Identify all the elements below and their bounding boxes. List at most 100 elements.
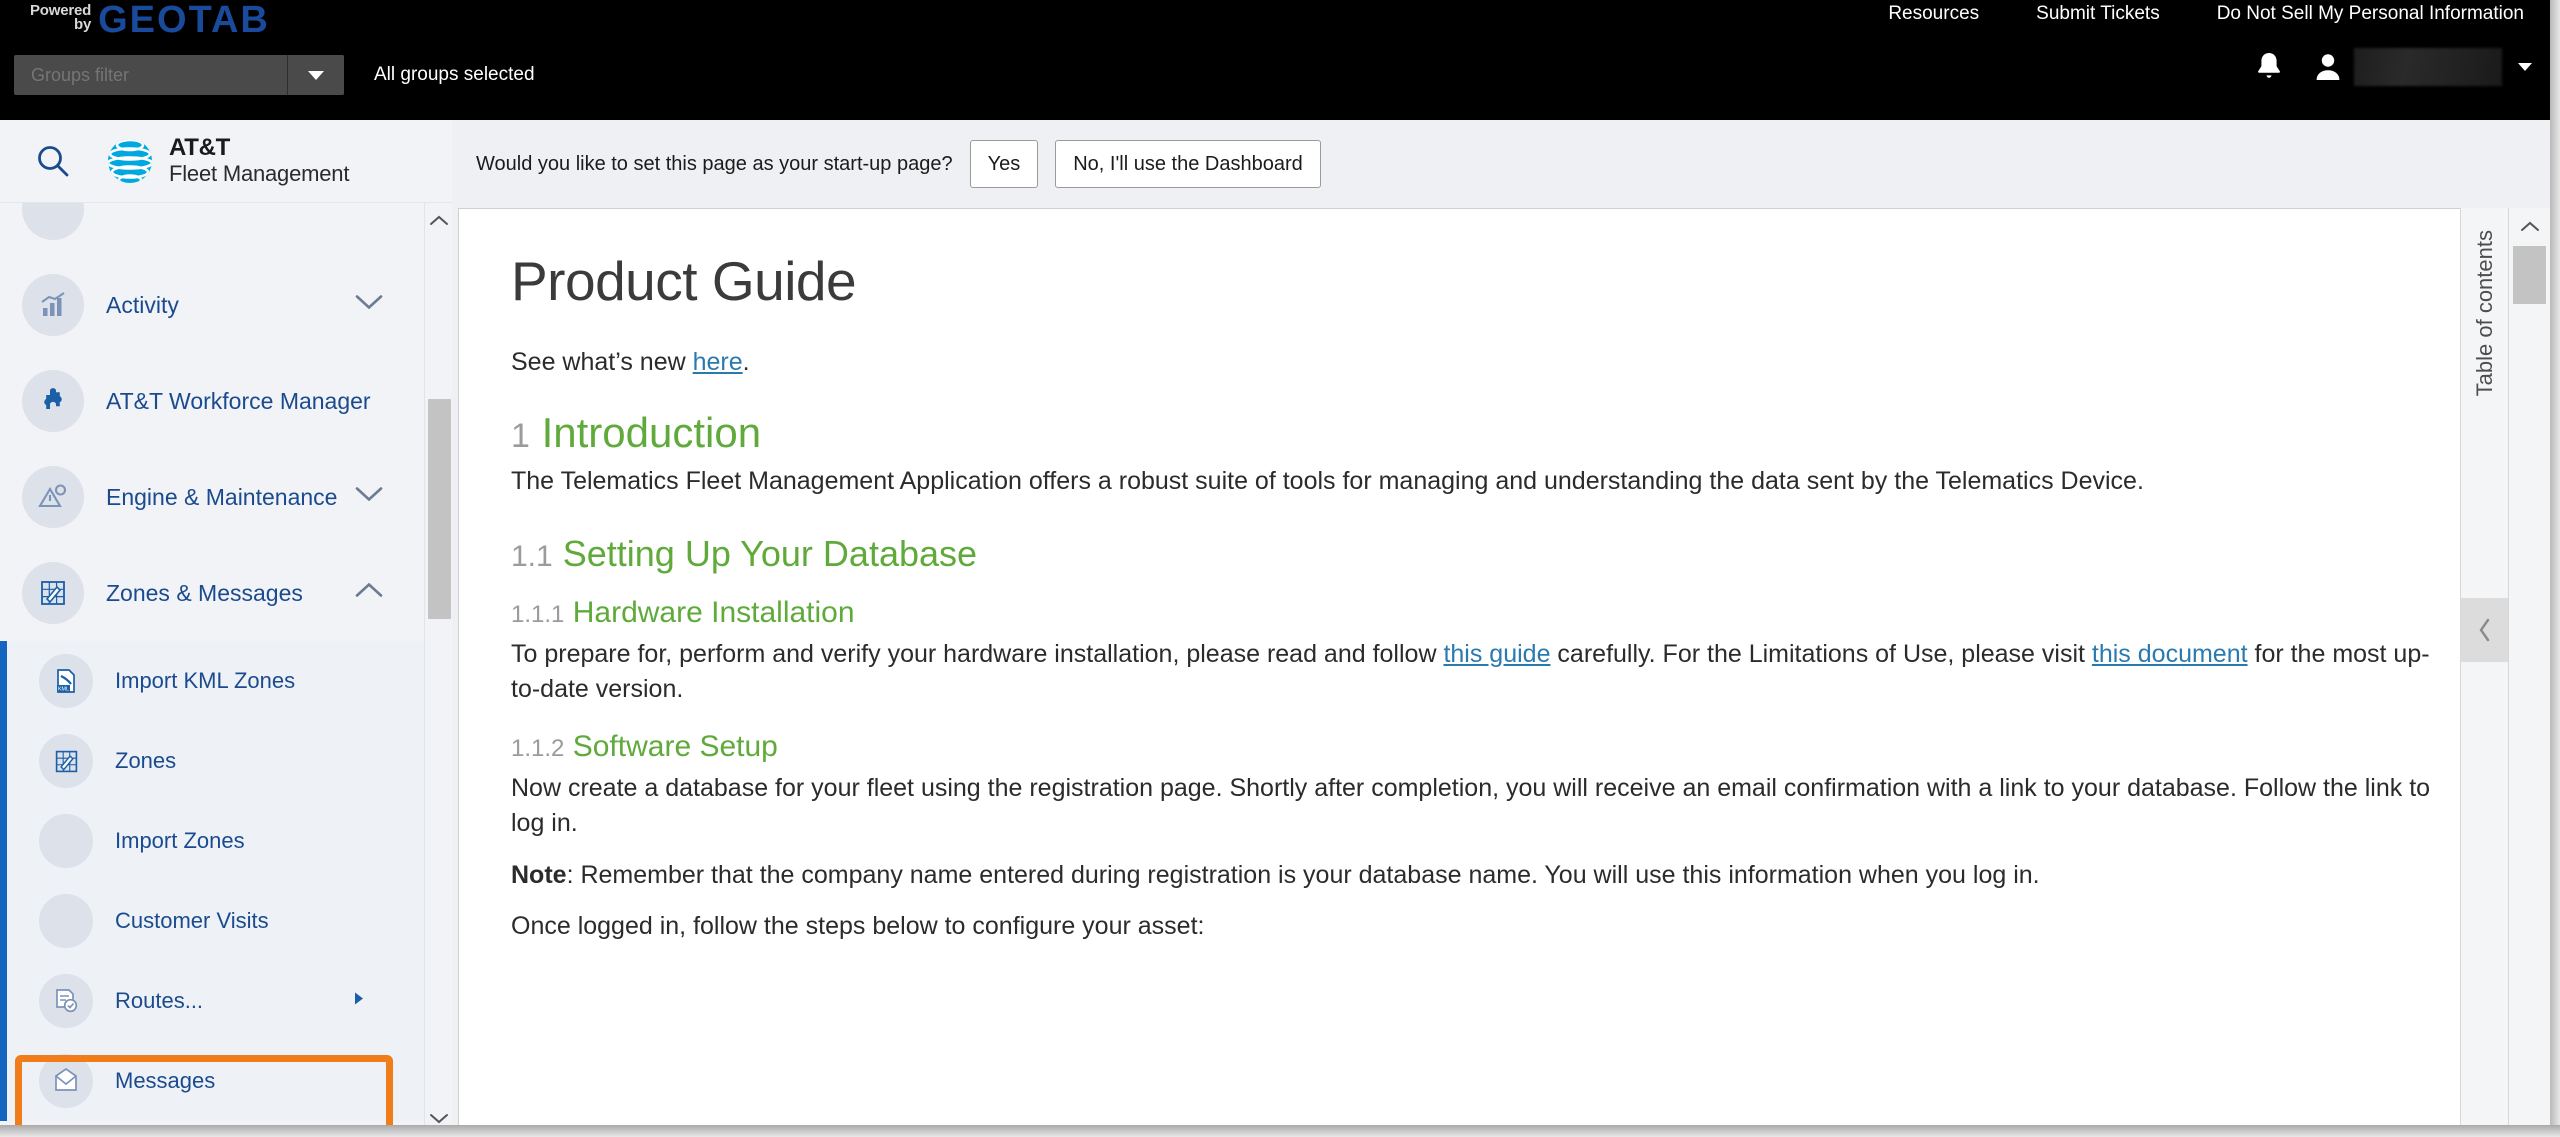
section-title: Setting Up Your Database [562, 532, 978, 574]
startup-no-button[interactable]: No, I'll use the Dashboard [1055, 140, 1321, 188]
section-1-body: The Telematics Fleet Management Applicat… [511, 467, 2144, 496]
chevron-down-icon[interactable] [354, 294, 384, 317]
sidebar-subitem-customer-visits-label: Customer Visits [115, 908, 269, 933]
top-right-controls [2252, 48, 2532, 86]
left-sidebar: AT&T Fleet Management Activity AT&T Work… [0, 120, 452, 1137]
sidebar-header: AT&T Fleet Management [0, 120, 452, 203]
all-groups-selected-label: All groups selected [374, 64, 535, 85]
zones-grid-icon [39, 734, 93, 788]
product-guide-document-card: Product Guide See what’s new here. 1 Int… [458, 208, 2492, 1133]
sidebar-item-engine-maintenance-label: Engine & Maintenance [106, 483, 338, 510]
main-content-area: Would you like to set this page as your … [452, 120, 2560, 1137]
note-text: : Remember that the company name entered… [566, 860, 2040, 889]
nav-link-submit-tickets[interactable]: Submit Tickets [2036, 3, 2160, 25]
groups-filter-control[interactable] [14, 55, 344, 95]
window-bottom-edge [0, 1125, 2560, 1137]
section-number: 1 [511, 417, 530, 456]
main-scrollbar-thumb[interactable] [2513, 246, 2546, 304]
sidebar-item-activity[interactable]: Activity [0, 257, 424, 353]
sidebar-item-engine-maintenance[interactable]: Engine & Maintenance [0, 449, 424, 545]
sidebar-subitem-import-kml-zones-label: Import KML Zones [115, 668, 296, 693]
powered-by-text: Powered by [30, 2, 98, 32]
hw-text-1: To prepare for, perform and verify your … [511, 639, 1444, 668]
chevron-left-icon [2479, 618, 2490, 642]
startup-banner-question: Would you like to set this page as your … [476, 152, 953, 175]
caret-down-icon[interactable] [2518, 63, 2532, 71]
blank-icon [39, 894, 93, 948]
chevron-up-icon[interactable] [354, 582, 384, 605]
groups-filter-row: All groups selected [14, 55, 535, 95]
sidebar-subitem-zones[interactable]: Zones [7, 721, 424, 801]
bell-icon[interactable] [2252, 48, 2286, 86]
sidebar-item-partial[interactable] [0, 203, 424, 257]
section-1-1-1-body: To prepare for, perform and verify your … [511, 637, 2439, 708]
sidebar-subitem-import-zones-label: Import Zones [115, 828, 245, 853]
toc-collapse-button[interactable] [2461, 598, 2509, 662]
sidebar-item-zones-messages[interactable]: Zones & Messages [0, 545, 424, 641]
groups-filter-input[interactable] [14, 55, 287, 95]
whats-new-link[interactable]: here [693, 348, 743, 376]
att-fleet-brand: AT&T Fleet Management [106, 134, 350, 187]
sidebar-scrollbar[interactable] [424, 203, 452, 1137]
brand-product-label: Fleet Management [169, 161, 350, 187]
page-title: Product Guide [511, 250, 857, 312]
partial-item-icon [22, 203, 84, 240]
section-number: 1.1 [511, 539, 553, 573]
geotab-logo: Powered by GEOTAB [30, 0, 270, 41]
product-guide-document: Product Guide See what’s new here. 1 Int… [459, 209, 2491, 945]
chevron-up-icon[interactable] [425, 207, 452, 233]
sidebar-subitem-routes[interactable]: Routes... [7, 961, 424, 1041]
search-icon[interactable] [18, 142, 88, 180]
section-1-1-2-note: Note: Remember that the company name ent… [511, 858, 2439, 894]
top-navigation-links: Resources Submit Tickets Do Not Sell My … [1888, 3, 2524, 25]
sidebar-nav-list: Activity AT&T Workforce Manager Engine &… [0, 203, 424, 1121]
zones-grid-icon [22, 562, 84, 624]
section-title: Introduction [541, 409, 762, 457]
sidebar-subitem-routes-label: Routes... [115, 988, 204, 1013]
section-title: Software Setup [572, 729, 778, 763]
section-1-1-2-closing: Once logged in, follow the steps below t… [511, 912, 1205, 941]
chevron-down-icon[interactable] [354, 486, 384, 509]
engine-warning-icon [22, 466, 84, 528]
main-scrollbar[interactable] [2508, 208, 2550, 1133]
sidebar-scrollbar-thumb[interactable] [428, 399, 451, 619]
sidebar-item-workforce-manager-label: AT&T Workforce Manager [106, 387, 371, 414]
blank-icon [39, 814, 93, 868]
section-heading-1-1: 1.1 Setting Up Your Database [511, 534, 2439, 574]
nav-link-resources[interactable]: Resources [1888, 3, 1979, 25]
nav-link-do-not-sell[interactable]: Do Not Sell My Personal Information [2217, 3, 2524, 25]
sidebar-subitem-customer-visits[interactable]: Customer Visits [7, 881, 424, 961]
arrow-right-icon[interactable] [352, 990, 366, 1013]
window-right-edge [2550, 0, 2560, 1137]
geotab-wordmark: GEOTAB [98, 0, 270, 41]
whats-new-prefix: See what’s new [511, 347, 693, 376]
application-window: Powered by GEOTAB All groups selected Re… [0, 0, 2560, 1137]
startup-yes-button[interactable]: Yes [969, 140, 1039, 188]
section-heading-1-1-1: 1.1.1 Hardware Installation [511, 596, 2439, 629]
table-of-contents-rail[interactable]: Table of contents [2460, 208, 2509, 1133]
chevron-up-icon[interactable] [2509, 212, 2551, 240]
brand-text: AT&T Fleet Management [169, 134, 350, 187]
section-1-1-2-body: Now create a database for your fleet usi… [511, 773, 2431, 838]
section-number: 1.1.1 [511, 600, 565, 628]
section-number: 1.1.2 [511, 734, 565, 762]
sidebar-subitem-import-zones[interactable]: Import Zones [7, 801, 424, 881]
routes-icon [39, 974, 93, 1028]
person-icon[interactable] [2308, 48, 2348, 86]
groups-filter-dropdown-button[interactable] [287, 55, 344, 95]
sidebar-subitem-import-kml-zones[interactable]: KML Import KML Zones [7, 641, 424, 721]
this-document-link[interactable]: this document [2092, 640, 2248, 668]
global-top-bar: Powered by GEOTAB All groups selected Re… [0, 0, 2560, 120]
puzzle-piece-icon [22, 370, 84, 432]
brand-att-label: AT&T [169, 134, 231, 162]
sidebar-item-workforce-manager[interactable]: AT&T Workforce Manager [0, 353, 424, 449]
section-heading-1-1-2: 1.1.2 Software Setup [511, 730, 2439, 763]
section-title: Hardware Installation [572, 595, 855, 629]
sidebar-item-zones-messages-label: Zones & Messages [106, 579, 303, 606]
this-guide-link[interactable]: this guide [1443, 640, 1550, 668]
startup-page-banner: Would you like to set this page as your … [452, 120, 2560, 208]
sidebar-subitem-messages[interactable]: Messages [7, 1041, 424, 1121]
envelope-icon [39, 1054, 93, 1108]
by-word: by [74, 16, 92, 33]
note-label: Note [511, 860, 567, 889]
